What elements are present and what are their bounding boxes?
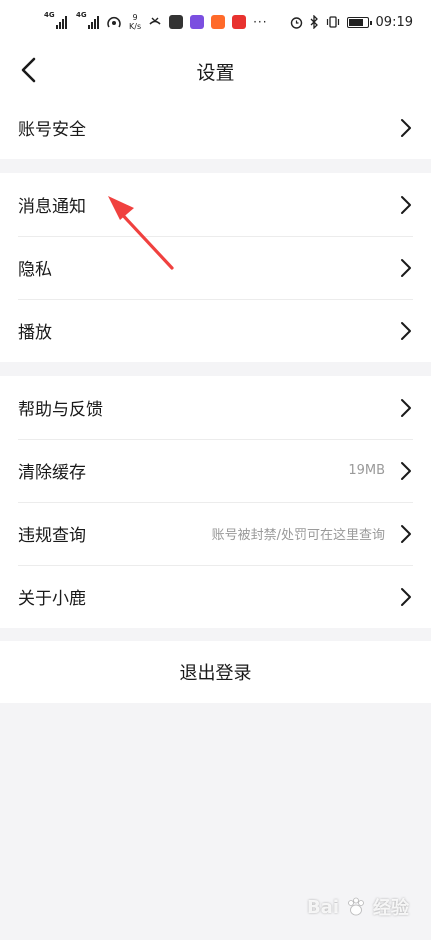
annotation-arrow-icon <box>108 196 174 270</box>
settings-item-label: 清除缓存 <box>18 463 86 483</box>
settings-item-label: 消息通知 <box>18 197 86 217</box>
status-bar: 4G 4G 9 K/s ··· 09:19 <box>0 0 431 44</box>
bluetooth-icon <box>310 15 318 29</box>
settings-item-label: 账号安全 <box>18 120 86 140</box>
settings-item-label: 关于小鹿 <box>18 589 86 609</box>
speed-unit: K/s <box>129 22 142 31</box>
chevron-right-icon <box>401 587 411 606</box>
missed-call-icon <box>149 17 161 25</box>
signal-2-icon: 4G <box>76 11 99 29</box>
app-notification-icon-1 <box>169 15 184 29</box>
baidu-watermark: Bai 经验 <box>307 894 409 920</box>
chevron-right-icon <box>401 195 411 214</box>
chevron-right-icon <box>401 321 411 340</box>
logout-button[interactable]: 退出登录 <box>0 641 431 703</box>
more-notifications-icon: ··· <box>253 15 268 29</box>
network-speed: 9 K/s <box>129 13 141 31</box>
settings-group-account: 账号安全 <box>0 96 431 159</box>
settings-item-label: 隐私 <box>18 260 52 280</box>
status-bar-right: 09:19 <box>290 15 413 30</box>
settings-item-violation-query[interactable]: 违规查询 账号被封禁/处罚可在这里查询 <box>0 502 431 565</box>
battery-icon <box>346 16 372 28</box>
violation-query-hint: 账号被封禁/处罚可在这里查询 <box>211 528 385 543</box>
settings-group-preferences: 消息通知 隐私 播放 <box>0 173 431 362</box>
paw-icon <box>348 897 364 916</box>
alarm-icon <box>290 16 302 29</box>
watermark-brand: Bai <box>306 896 339 918</box>
page-title: 设置 <box>196 62 235 84</box>
chevron-right-icon <box>401 461 411 480</box>
settings-item-about[interactable]: 关于小鹿 <box>0 565 431 628</box>
signal-1-icon: 4G <box>44 11 67 29</box>
network-type-2: 4G <box>76 11 87 19</box>
status-time: 09:19 <box>375 14 413 30</box>
status-bar-left: 4G 4G 9 K/s ··· <box>44 11 268 31</box>
settings-item-help-feedback[interactable]: 帮助与反馈 <box>0 376 431 439</box>
app-notification-icon-2 <box>190 15 205 29</box>
settings-item-label: 播放 <box>18 323 52 343</box>
settings-item-label: 帮助与反馈 <box>18 400 103 420</box>
settings-item-notifications[interactable]: 消息通知 <box>0 173 431 236</box>
settings-group-support: 帮助与反馈 清除缓存 19MB 违规查询 账号被封禁/处罚可在这里查询 关于小鹿 <box>0 376 431 628</box>
app-notification-icon-4 <box>232 15 247 29</box>
settings-item-label: 违规查询 <box>18 526 86 546</box>
chevron-right-icon <box>401 398 411 417</box>
chevron-right-icon <box>401 258 411 277</box>
chevron-right-icon <box>401 118 411 137</box>
network-type-1: 4G <box>44 11 55 19</box>
nav-bar: 设置 <box>0 44 431 96</box>
settings-item-clear-cache[interactable]: 清除缓存 19MB <box>0 439 431 502</box>
watermark-suffix: 经验 <box>373 898 409 919</box>
hotspot-icon <box>107 17 121 28</box>
speed-value: 9 <box>132 13 138 22</box>
logout-label: 退出登录 <box>179 663 252 684</box>
vibrate-icon <box>326 16 339 28</box>
app-notification-icon-3 <box>211 15 226 29</box>
settings-item-privacy[interactable]: 隐私 <box>0 236 431 299</box>
settings-item-account-security[interactable]: 账号安全 <box>0 96 431 159</box>
chevron-right-icon <box>401 524 411 543</box>
settings-item-playback[interactable]: 播放 <box>0 299 431 362</box>
cache-size-value: 19MB <box>348 463 385 478</box>
